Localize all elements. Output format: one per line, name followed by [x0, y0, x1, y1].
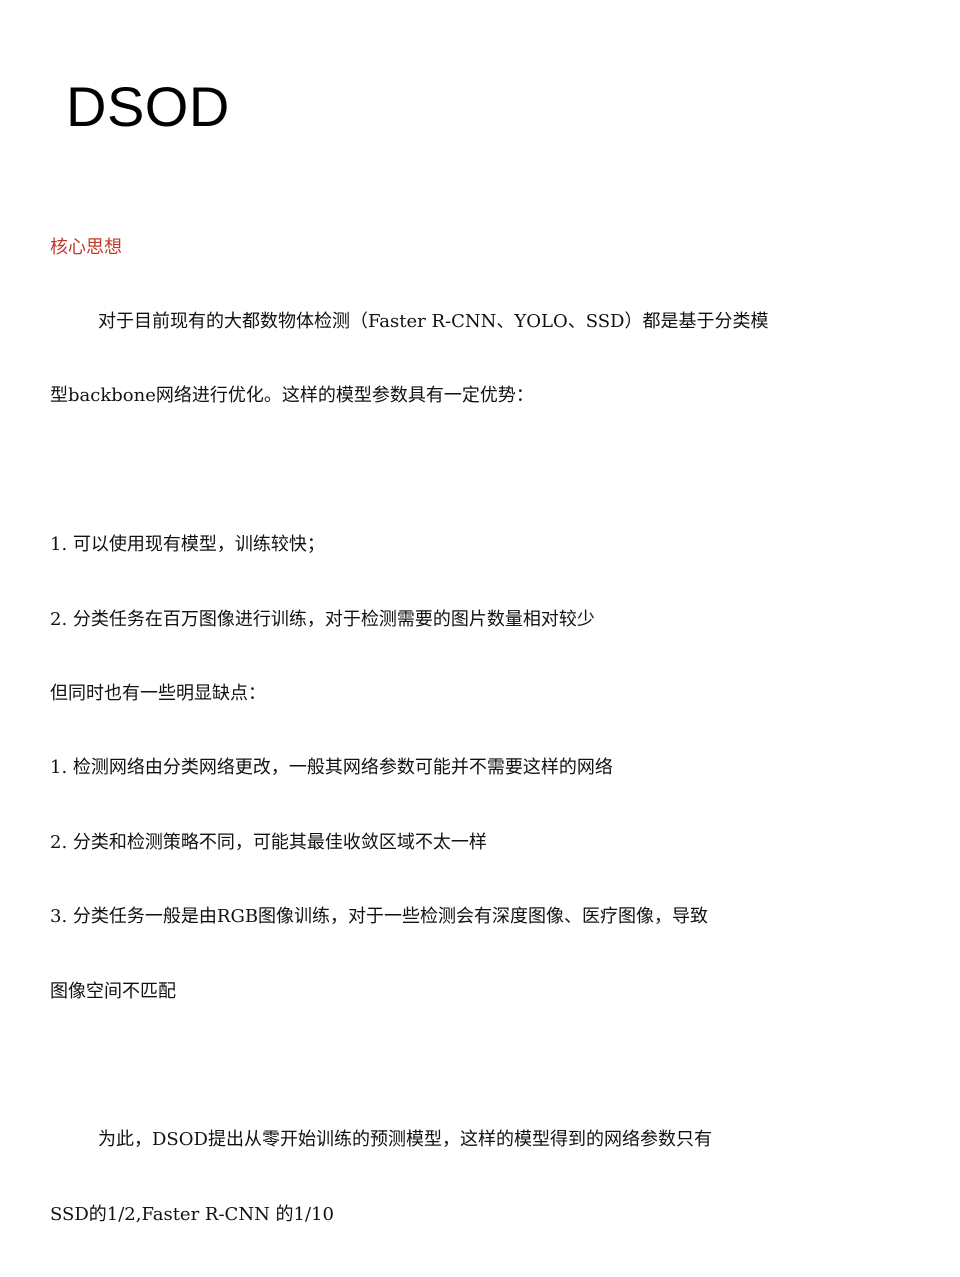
slide: DSOD 核心思想 对于目前现有的大都数物体检测（Faster R-CNN、YO… — [0, 0, 960, 1225]
slide-body: 核心思想 对于目前现有的大都数物体检测（Faster R-CNN、YOLO、SS… — [50, 186, 930, 1277]
section-heading: 核心思想 — [50, 236, 122, 258]
disadvantage-item-1: 1. 检测网络由分类网络更改，一般其网络参数可能并不需要这样的网络 — [50, 757, 613, 779]
conclusion-line-2: SSD的1/2,Faster R-CNN 的1/10 — [50, 1203, 334, 1225]
conclusion-line-1: 为此，DSOD提出从零开始训练的预测模型，这样的模型得到的网络参数只有 — [98, 1129, 712, 1151]
disadvantage-item-3-line-2: 图像空间不匹配 — [50, 980, 176, 1002]
intro-line-2: 型backbone网络进行优化。这样的模型参数具有一定优势： — [50, 385, 534, 407]
advantage-item-2: 2. 分类任务在百万图像进行训练，对于检测需要的图片数量相对较少 — [50, 608, 595, 630]
disadvantage-intro: 但同时也有一些明显缺点： — [50, 682, 266, 704]
disadvantage-item-2: 2. 分类和检测策略不同，可能其最佳收敛区域不太一样 — [50, 831, 487, 853]
disadvantage-item-3-line-1: 3. 分类任务一般是由RGB图像训练，对于一些检测会有深度图像、医疗图像，导致 — [50, 906, 709, 928]
intro-line-1: 对于目前现有的大都数物体检测（Faster R-CNN、YOLO、SSD）都是基… — [98, 310, 769, 332]
slide-title: DSOD — [66, 75, 230, 138]
advantage-item-1: 1. 可以使用现有模型，训练较快； — [50, 534, 325, 556]
